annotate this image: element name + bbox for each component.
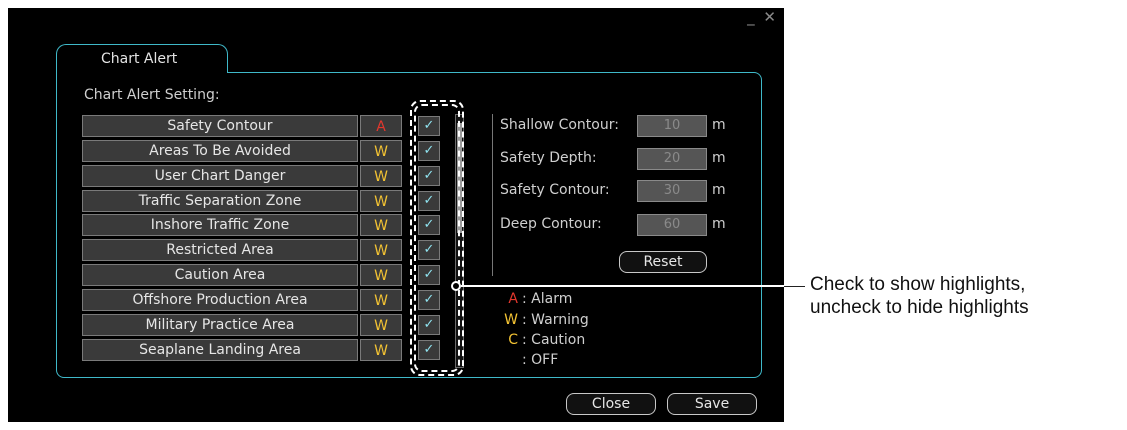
safety-contour-input[interactable]: 30 bbox=[637, 180, 707, 202]
legend-key: W bbox=[504, 312, 518, 328]
alert-name[interactable]: Restricted Area bbox=[82, 239, 358, 261]
alert-level[interactable]: W bbox=[360, 214, 402, 236]
alert-level[interactable]: W bbox=[360, 264, 402, 286]
save-button[interactable]: Save bbox=[667, 393, 757, 415]
legend-text: : Warning bbox=[522, 312, 589, 328]
divider bbox=[492, 114, 493, 276]
alert-level[interactable]: W bbox=[360, 190, 402, 212]
alert-name[interactable]: Inshore Traffic Zone bbox=[82, 214, 358, 236]
section-title: Chart Alert Setting: bbox=[84, 87, 220, 103]
alert-level[interactable]: W bbox=[360, 165, 402, 187]
safety-contour-label: Safety Contour: bbox=[500, 182, 610, 198]
legend-key: A bbox=[508, 291, 518, 307]
deep-contour-label: Deep Contour: bbox=[500, 216, 602, 232]
callout-annotation: Check to show highlights, uncheck to hid… bbox=[810, 273, 1029, 319]
legend-key: C bbox=[508, 332, 518, 348]
alert-level[interactable]: W bbox=[360, 239, 402, 261]
callout-line-1: Check to show highlights, bbox=[810, 274, 1026, 295]
window-controls[interactable]: _ ✕ bbox=[747, 8, 778, 26]
alert-name[interactable]: Caution Area bbox=[82, 264, 358, 286]
alert-level[interactable]: W bbox=[360, 140, 402, 162]
tab-chart-alert[interactable]: Chart Alert bbox=[56, 44, 228, 73]
alert-level[interactable]: W bbox=[360, 314, 402, 336]
unit-label: m bbox=[712, 182, 726, 198]
callout-line-2: uncheck to hide highlights bbox=[810, 297, 1029, 318]
checkbox-column-highlight-inner bbox=[414, 104, 460, 372]
alert-level[interactable]: W bbox=[360, 339, 402, 361]
reset-button[interactable]: Reset bbox=[619, 251, 707, 273]
alert-name[interactable]: Offshore Production Area bbox=[82, 289, 358, 311]
callout-dot bbox=[451, 281, 461, 291]
legend-text: : OFF bbox=[522, 352, 559, 368]
safety-depth-input[interactable]: 20 bbox=[637, 148, 707, 170]
unit-label: m bbox=[712, 117, 726, 133]
alert-name[interactable]: Safety Contour bbox=[82, 115, 358, 137]
close-button[interactable]: Close bbox=[566, 393, 656, 415]
safety-depth-label: Safety Depth: bbox=[500, 150, 597, 166]
legend-text: : Alarm bbox=[522, 291, 573, 307]
legend-caution: C: Caution bbox=[504, 332, 585, 348]
shallow-contour-input[interactable]: 10 bbox=[637, 115, 707, 137]
legend-off: : OFF bbox=[504, 352, 558, 368]
legend-text: : Caution bbox=[522, 332, 586, 348]
legend-alarm: A: Alarm bbox=[504, 291, 572, 307]
alert-name[interactable]: Traffic Separation Zone bbox=[82, 190, 358, 212]
legend-warning: W: Warning bbox=[504, 312, 589, 328]
unit-label: m bbox=[712, 150, 726, 166]
alert-name[interactable]: Seaplane Landing Area bbox=[82, 339, 358, 361]
deep-contour-input[interactable]: 60 bbox=[637, 214, 707, 236]
unit-label: m bbox=[712, 216, 726, 232]
alert-name[interactable]: User Chart Danger bbox=[82, 165, 358, 187]
alert-level[interactable]: W bbox=[360, 289, 402, 311]
shallow-contour-label: Shallow Contour: bbox=[500, 117, 619, 133]
tab-gap bbox=[57, 71, 225, 74]
alert-name[interactable]: Areas To Be Avoided bbox=[82, 140, 358, 162]
callout-leader-line-inner bbox=[461, 285, 784, 287]
tab-label: Chart Alert bbox=[101, 51, 178, 67]
alert-level[interactable]: A bbox=[360, 115, 402, 137]
alert-name[interactable]: Military Practice Area bbox=[82, 314, 358, 336]
